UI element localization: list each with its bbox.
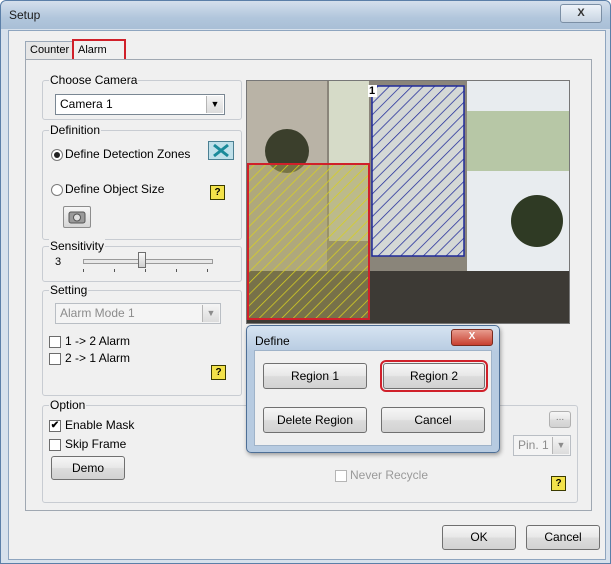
define-zones-radio[interactable] bbox=[51, 149, 63, 161]
define-dialog: Define X Region 1 Region 2 Delete Region… bbox=[246, 325, 500, 453]
sensitivity-value: 3 bbox=[55, 256, 62, 268]
camera-select[interactable]: Camera 1 ▼ bbox=[55, 94, 225, 115]
option-legend: Option bbox=[49, 398, 87, 412]
sensitivity-slider-thumb[interactable] bbox=[137, 252, 146, 268]
setting-help-icon[interactable]: ? bbox=[211, 365, 226, 380]
browse-button[interactable]: ... bbox=[549, 411, 571, 428]
alarm-2-1-checkbox[interactable] bbox=[49, 353, 61, 365]
dialog-cancel-button[interactable]: Cancel bbox=[381, 407, 485, 433]
never-recycle-checkbox[interactable] bbox=[335, 470, 347, 482]
definition-legend: Definition bbox=[49, 123, 102, 137]
enable-mask-checkbox[interactable]: ✔ bbox=[49, 420, 61, 432]
define-zones-label: Define Detection Zones bbox=[65, 147, 191, 161]
alarm-1-2-checkbox[interactable] bbox=[49, 336, 61, 348]
never-recycle-label: Never Recycle bbox=[350, 468, 429, 482]
chevron-down-icon[interactable]: ▼ bbox=[206, 96, 223, 113]
sensitivity-legend: Sensitivity bbox=[49, 239, 106, 253]
cancel-button[interactable]: Cancel bbox=[526, 525, 600, 550]
definition-help-icon[interactable]: ? bbox=[210, 185, 225, 200]
define-dialog-client: Region 1 Region 2 Delete Region Cancel bbox=[254, 350, 492, 446]
region2-button[interactable]: Region 2 bbox=[380, 360, 488, 392]
camera-icon bbox=[68, 211, 86, 224]
clear-zones-icon[interactable] bbox=[208, 141, 234, 160]
choose-camera-legend: Choose Camera bbox=[49, 73, 139, 87]
define-dialog-title: Define bbox=[255, 334, 290, 348]
chevron-down-icon[interactable]: ▼ bbox=[202, 305, 219, 322]
enable-mask-label: Enable Mask bbox=[65, 418, 135, 432]
ok-button[interactable]: OK bbox=[442, 525, 516, 550]
chevron-down-icon[interactable]: ▼ bbox=[552, 437, 569, 454]
alarm-2-1-label: 2 -> 1 Alarm bbox=[65, 351, 131, 365]
skip-frame-label: Skip Frame bbox=[65, 437, 127, 451]
pin-select-value: Pin. 1 bbox=[518, 438, 549, 452]
option-help-icon[interactable]: ? bbox=[551, 476, 566, 491]
alarm-1-2-label: 1 -> 2 Alarm bbox=[65, 334, 131, 348]
camera-preview[interactable]: 1 bbox=[246, 80, 570, 324]
camera-scene bbox=[247, 81, 569, 323]
sensitivity-slider-track[interactable] bbox=[83, 259, 213, 264]
window-title: Setup bbox=[9, 8, 41, 22]
alarm-mode-select[interactable]: Alarm Mode 1 ▼ bbox=[55, 303, 221, 324]
define-object-size-label: Define Object Size bbox=[65, 182, 165, 196]
setting-group: Setting Alarm Mode 1 ▼ 1 -> 2 Alarm 2 ->… bbox=[42, 283, 242, 396]
alarm-mode-value: Alarm Mode 1 bbox=[60, 306, 135, 320]
camera-select-value: Camera 1 bbox=[60, 97, 113, 111]
define-object-size-radio[interactable] bbox=[51, 184, 63, 196]
delete-region-button[interactable]: Delete Region bbox=[263, 407, 367, 433]
window-close-button[interactable]: X bbox=[560, 4, 602, 23]
region-number-label: 1 bbox=[369, 85, 376, 97]
sensitivity-ticks bbox=[83, 269, 213, 272]
title-bar[interactable]: Setup X bbox=[1, 1, 610, 29]
pin-select[interactable]: Pin. 1 ▼ bbox=[513, 435, 571, 456]
choose-camera-group: Choose Camera Camera 1 ▼ bbox=[42, 73, 242, 120]
define-dialog-close-button[interactable]: X bbox=[451, 329, 493, 346]
region1-button[interactable]: Region 1 bbox=[263, 363, 367, 389]
tab-counter[interactable]: Counter bbox=[25, 41, 75, 59]
definition-group: Definition Define Detection Zones Define… bbox=[42, 123, 242, 240]
setting-legend: Setting bbox=[49, 283, 89, 297]
camera-snapshot-button[interactable] bbox=[63, 206, 91, 228]
skip-frame-checkbox[interactable] bbox=[49, 439, 61, 451]
sensitivity-group: Sensitivity 3 bbox=[42, 239, 242, 282]
demo-button[interactable]: Demo bbox=[51, 456, 125, 480]
